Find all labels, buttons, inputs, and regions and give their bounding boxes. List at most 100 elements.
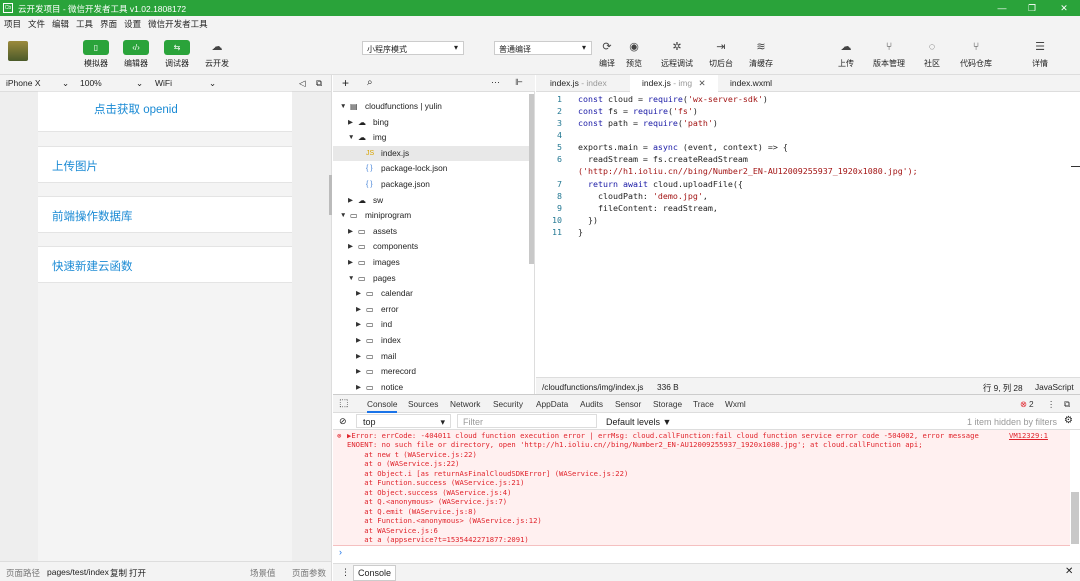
context-select[interactable]: top ▾ (356, 414, 451, 428)
stack-trace-line[interactable]: at new t (WAService.js:22) (347, 450, 477, 459)
cloud-dev-button[interactable]: ☁ 云开发 (199, 40, 235, 69)
tab-console[interactable]: Console (367, 399, 398, 413)
tab-network[interactable]: Network (450, 399, 480, 409)
simulator-button[interactable]: ▯ 模拟器 (78, 40, 114, 69)
scene-value-button[interactable]: 场景值 (250, 567, 276, 579)
tab-index-js-img[interactable]: index.js - img ✕ (630, 75, 718, 92)
filter-input[interactable]: Filter (457, 414, 597, 428)
chevron-right-icon[interactable]: ▶ (356, 349, 364, 364)
tree-item[interactable]: ▶ ▭ mail (333, 349, 533, 364)
levels-select[interactable]: Default levels ▼ (606, 417, 671, 427)
chevron-right-icon[interactable]: ▶ (356, 302, 364, 317)
community-button[interactable]: ◌ 社区 (914, 40, 950, 69)
console-scrollbar[interactable] (1071, 492, 1079, 544)
tab-sources[interactable]: Sources (408, 399, 438, 409)
tree-item[interactable]: { } package-lock.json (333, 161, 533, 176)
chevron-down-icon[interactable]: ▼ (348, 130, 356, 145)
upload-image-button[interactable]: 上传图片 (38, 146, 292, 183)
menu-wechat-devtools[interactable]: 微信开发者工具 (144, 16, 211, 30)
console-prompt[interactable]: › (333, 546, 1080, 561)
chevron-right-icon[interactable]: ▶ (356, 380, 364, 394)
zoom-select[interactable]: 100% (80, 78, 102, 88)
stack-trace-line[interactable]: at o (WAService.js:22) (347, 459, 459, 468)
chevron-down-icon[interactable]: ▼ (340, 208, 348, 223)
chevron-down-icon[interactable]: ▼ (340, 99, 348, 114)
tab-sensor[interactable]: Sensor (615, 399, 641, 409)
more-vert-icon[interactable]: ⋮ (1047, 399, 1055, 409)
chevron-right-icon[interactable]: ▶ (348, 255, 356, 270)
tab-index-js-index[interactable]: index.js - index (538, 75, 619, 92)
chevron-down-icon[interactable]: ▼ (348, 271, 356, 286)
tree-item[interactable]: ▶ ▭ notice (333, 380, 533, 394)
open-link[interactable]: 打开 (129, 567, 146, 579)
stack-trace-line[interactable]: at Function.<anonymous> (WAService.js:12… (347, 516, 541, 525)
source-link[interactable]: VM12329:1 (1009, 431, 1048, 440)
close-button[interactable]: ✕ (1050, 0, 1078, 16)
network-select[interactable]: WiFi (155, 78, 172, 88)
database-button[interactable]: 前端操作数据库 (38, 196, 292, 233)
chevron-right-icon[interactable]: ▶ (356, 286, 364, 301)
page-params-button[interactable]: 页面参数 (292, 567, 326, 579)
tab-appdata[interactable]: AppData (536, 399, 568, 409)
tree-item[interactable]: ▶ ▭ merecord (333, 364, 533, 379)
more-icon[interactable]: ··· (491, 77, 500, 87)
drawer-tab-console[interactable]: Console (353, 565, 397, 581)
menu-tools[interactable]: 工具 (72, 16, 96, 30)
stack-trace-line[interactable]: at Q.emit (WAService.js:8) (347, 507, 477, 516)
chevron-right-icon[interactable]: ▶ (348, 115, 356, 130)
close-drawer-icon[interactable]: ✕ (1065, 566, 1073, 577)
avatar[interactable] (8, 41, 28, 61)
tree-item[interactable]: ▶ ▭ error (333, 302, 533, 317)
collapse-icon[interactable]: ⊩ (515, 77, 523, 88)
device-select[interactable]: iPhone X (6, 78, 41, 88)
tab-storage[interactable]: Storage (653, 399, 682, 409)
stack-trace-line[interactable]: at Object.i [as returnAsFinalCloudSDKErr… (347, 469, 628, 478)
stack-trace-line[interactable]: at Q.<anonymous> (WAService.js:7) (347, 497, 507, 506)
tree-item[interactable]: ▼ ▭ miniprogram (333, 208, 533, 223)
new-cloud-function-button[interactable]: 快速新建云函数 (38, 246, 292, 283)
menu-settings[interactable]: 设置 (120, 16, 144, 30)
code-repo-button[interactable]: ⑂ 代码仓库 (958, 40, 994, 69)
sound-icon[interactable]: ◁ (299, 78, 306, 89)
close-tab-icon[interactable]: ✕ (698, 78, 705, 88)
tab-audits[interactable]: Audits (580, 399, 603, 409)
details-button[interactable]: ☰ 详情 (1022, 40, 1058, 69)
chevron-right-icon[interactable]: ▶ (348, 193, 356, 208)
menu-project[interactable]: 项目 (0, 16, 24, 30)
minimize-button[interactable]: — (988, 0, 1016, 16)
clear-console-icon[interactable]: ⊘ (339, 416, 347, 427)
stack-trace-line[interactable]: at Object.success (WAService.js:4) (347, 488, 511, 497)
tree-item[interactable]: ▶ ▭ index (333, 333, 533, 348)
menu-file[interactable]: 文件 (24, 16, 48, 30)
stack-trace-line[interactable]: at a (appservice?t=1535442271877:2091) (347, 535, 528, 544)
stack-trace-line[interactable]: at Function.success (WAService.js:21) (347, 478, 524, 487)
editor-button[interactable]: ‹/› 编辑器 (118, 40, 154, 69)
clear-cache-button[interactable]: ≋ 清缓存 (743, 40, 779, 69)
tree-scrollbar[interactable] (529, 94, 534, 264)
tree-item[interactable]: ▼ ▭ pages (333, 271, 533, 286)
preview-button[interactable]: ◉ 预览 (616, 40, 652, 69)
mode-select[interactable]: 小程序模式 ▾ (362, 41, 464, 55)
tree-item[interactable]: JS index.js (333, 145, 533, 161)
version-button[interactable]: ⑂ 版本管理 (871, 40, 907, 69)
get-openid-button[interactable]: 点击获取 openid (38, 91, 292, 132)
tree-item[interactable]: ▶ ▭ assets (333, 224, 533, 239)
stack-trace-line[interactable]: at WAService.js:6 (347, 526, 438, 535)
code-editor[interactable]: 1 2 3 4 5 6 7 8 9 10 11 const cloud = re… (536, 92, 1080, 377)
tree-item[interactable]: ▶ ▭ components (333, 239, 533, 254)
upload-button[interactable]: ☁ 上传 (828, 40, 864, 69)
chevron-down-icon[interactable]: ⌄ (136, 78, 143, 89)
tree-item[interactable]: ▶ ▭ ind (333, 317, 533, 332)
compile-select[interactable]: 普通编译 ▾ (494, 41, 592, 55)
tree-item[interactable]: ▶ ☁ sw (333, 193, 533, 208)
tab-trace[interactable]: Trace (693, 399, 714, 409)
debugger-button[interactable]: ⇆ 调试器 (159, 40, 195, 69)
maximize-button[interactable]: ❐ (1018, 0, 1046, 16)
language-mode[interactable]: JavaScript (1035, 382, 1074, 392)
chevron-down-icon[interactable]: ⌄ (209, 78, 216, 89)
remote-debug-button[interactable]: ✲ 远程调试 (659, 40, 695, 69)
settings-icon[interactable]: ⚙ (1064, 415, 1073, 426)
tab-security[interactable]: Security (493, 399, 523, 409)
chevron-right-icon[interactable]: ▶ (356, 317, 364, 332)
tab-wxml[interactable]: Wxml (725, 399, 746, 409)
